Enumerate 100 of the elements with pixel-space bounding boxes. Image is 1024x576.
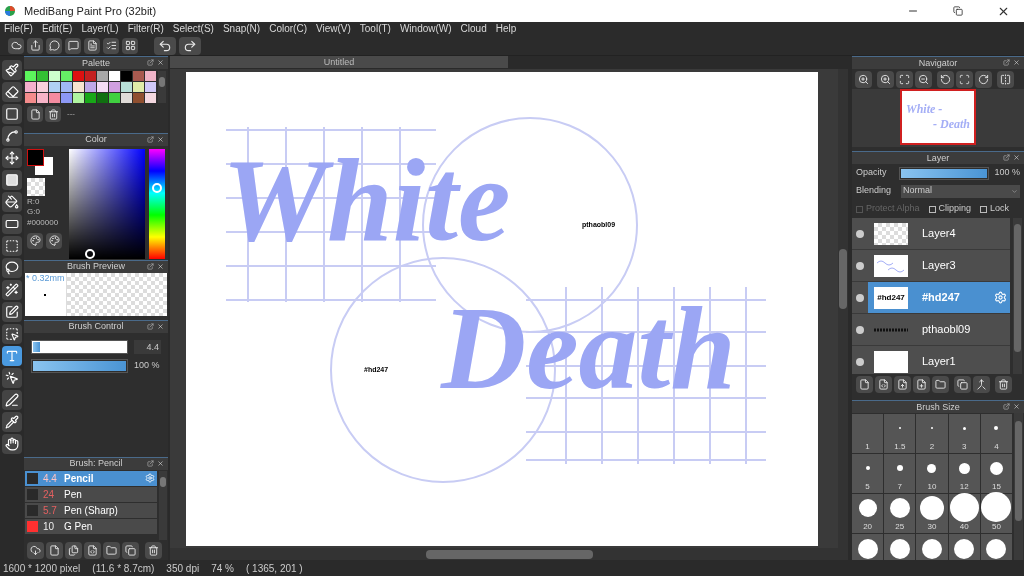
duplicate-icon[interactable]: [954, 375, 971, 393]
zoom-in-icon[interactable]: [877, 70, 894, 88]
menu-item[interactable]: Window(W): [399, 24, 452, 34]
menu-item[interactable]: Snap(N): [222, 24, 261, 34]
folder-icon[interactable]: [103, 541, 120, 559]
rotate-left-icon[interactable]: [937, 70, 954, 88]
color-swatch[interactable]: [145, 82, 156, 92]
color-swatch[interactable]: [61, 93, 72, 103]
speech-bubble-icon[interactable]: [46, 37, 62, 54]
hue-bar[interactable]: [149, 148, 165, 259]
color-swatch[interactable]: [73, 93, 84, 103]
square-icon[interactable]: [2, 104, 22, 124]
brush-size-cell[interactable]: 20: [852, 494, 884, 533]
frame-icon[interactable]: [956, 70, 973, 88]
bucket-icon[interactable]: [2, 192, 22, 212]
layer-row[interactable]: #hd247 #hd247: [868, 282, 1010, 313]
color-square[interactable]: [68, 148, 146, 259]
option-checkbox[interactable]: Lock: [980, 202, 1010, 216]
cloud-download-icon[interactable]: [27, 541, 44, 559]
slider-fill[interactable]: [33, 341, 40, 352]
scrollbar[interactable]: [838, 69, 848, 548]
color-swatch[interactable]: [133, 82, 144, 92]
color-swatch[interactable]: [85, 71, 96, 81]
undock-icon[interactable]: [1003, 403, 1010, 410]
new-file-icon[interactable]: [27, 106, 43, 122]
blending-dropdown[interactable]: Normal: [901, 184, 1020, 198]
scrollbar[interactable]: [1013, 218, 1022, 374]
duplicate-icon[interactable]: [122, 541, 139, 559]
palette-icon[interactable]: [46, 232, 62, 249]
brush-size-cell[interactable]: 2: [916, 414, 948, 453]
hand-icon[interactable]: [2, 434, 22, 454]
zoom-icon[interactable]: [855, 70, 872, 88]
brush-size-cell[interactable]: 25: [884, 494, 916, 533]
scrollbar[interactable]: [159, 470, 167, 541]
foreground-background-colors[interactable]: [27, 148, 53, 175]
new-file-icon[interactable]: [46, 541, 63, 559]
color-swatch[interactable]: [49, 93, 60, 103]
color-swatch[interactable]: [133, 93, 144, 103]
color-swatch[interactable]: [25, 82, 36, 92]
undo-icon[interactable]: [154, 36, 176, 55]
brush-item[interactable]: 10 G Pen: [25, 518, 157, 534]
color-swatch[interactable]: [61, 71, 72, 81]
color-swatch[interactable]: [85, 93, 96, 103]
menu-item[interactable]: File(F): [4, 24, 33, 34]
fit-icon[interactable]: [896, 70, 913, 88]
flip-icon[interactable]: [997, 70, 1014, 88]
color-swatch[interactable]: [73, 71, 84, 81]
menu-item[interactable]: Select(S): [172, 24, 214, 34]
color-swatch[interactable]: [97, 71, 108, 81]
wand-icon[interactable]: [2, 280, 22, 300]
color-swatch[interactable]: [37, 93, 48, 103]
undock-icon[interactable]: [147, 262, 154, 270]
brush-size-cell[interactable]: 30: [916, 494, 948, 533]
color-swatch[interactable]: [73, 82, 84, 92]
menu-item[interactable]: Color(C): [269, 24, 307, 34]
color-swatch[interactable]: [133, 71, 144, 81]
brush-size-cell[interactable]: [948, 534, 980, 560]
undock-icon[interactable]: [147, 459, 154, 467]
pen-square-icon[interactable]: [2, 302, 22, 322]
brush-size-cell[interactable]: 1: [852, 414, 884, 453]
restore-icon[interactable]: [953, 6, 963, 16]
rotate-right-icon[interactable]: [975, 70, 992, 88]
brush-size-cell[interactable]: 12: [948, 454, 980, 493]
color-swatch[interactable]: [97, 93, 108, 103]
grid-icon[interactable]: [122, 37, 138, 54]
menu-item[interactable]: View(V): [315, 24, 351, 34]
trash-icon[interactable]: [995, 375, 1012, 393]
color-swatch[interactable]: [49, 82, 60, 92]
brush-size-cell[interactable]: 15: [980, 454, 1012, 493]
zoom-out-icon[interactable]: [915, 70, 932, 88]
move-icon[interactable]: [2, 148, 22, 168]
brush-size-cell[interactable]: [884, 534, 916, 560]
color-swatch[interactable]: [109, 82, 120, 92]
eyedropper-icon[interactable]: [2, 412, 22, 432]
dashed-square-icon[interactable]: [2, 236, 22, 256]
color-swatch[interactable]: [145, 93, 156, 103]
undock-icon[interactable]: [147, 59, 154, 66]
color-swatch[interactable]: [25, 71, 36, 81]
text-icon[interactable]: [2, 346, 22, 366]
menu-item[interactable]: Help: [495, 24, 517, 34]
color-swatch[interactable]: [61, 82, 72, 92]
brush-icon[interactable]: [2, 60, 22, 80]
new-layer-icon[interactable]: [856, 375, 873, 393]
brush-size-cell[interactable]: 3: [948, 414, 980, 453]
menu-item[interactable]: Layer(L): [81, 24, 119, 34]
comment-icon[interactable]: [65, 37, 81, 54]
color-swatch[interactable]: [121, 82, 132, 92]
color-swatch[interactable]: [121, 71, 132, 81]
add-layer-icon[interactable]: [913, 375, 930, 393]
option-checkbox[interactable]: Clipping: [928, 202, 972, 216]
value-field[interactable]: 4.4: [134, 339, 161, 354]
brush-size-cell[interactable]: 5: [852, 454, 884, 493]
cloud-icon[interactable]: [8, 37, 24, 54]
trash-icon[interactable]: [145, 541, 162, 559]
document-icon[interactable]: [84, 37, 100, 54]
color-swatch[interactable]: [49, 71, 60, 81]
document-tab[interactable]: Untitled: [170, 56, 508, 68]
palette-icon[interactable]: [27, 232, 43, 249]
pen-icon[interactable]: [2, 390, 22, 410]
brush-item[interactable]: 24 Pen: [25, 486, 157, 502]
